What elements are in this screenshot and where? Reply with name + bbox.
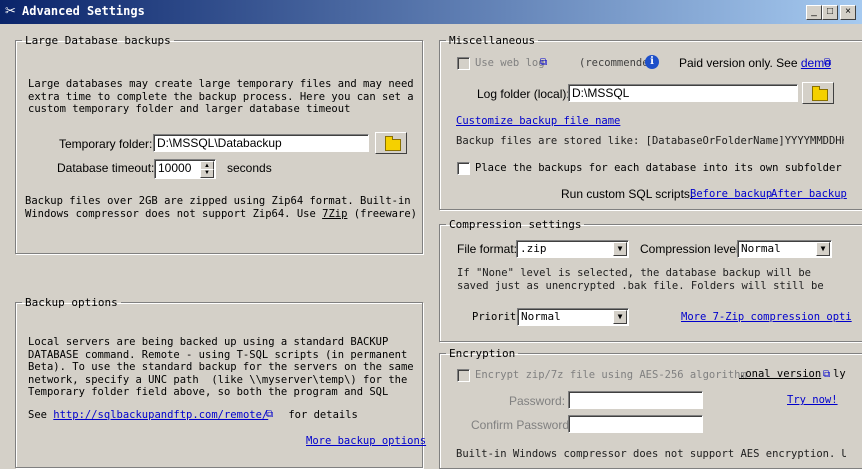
apply-text: ly: [833, 368, 846, 380]
paid-text: Paid version only. See: [679, 56, 801, 70]
see-suffix: for details: [282, 409, 358, 421]
professional-version-link[interactable]: .onal version: [739, 368, 821, 380]
use-web-log-checkbox[interactable]: [457, 57, 470, 70]
log-folder-browse-button[interactable]: [802, 82, 834, 104]
large-db-legend: Large Database backups: [25, 34, 171, 47]
recommended-label: (recommende: [579, 57, 649, 69]
timeout-unit: seconds: [227, 161, 272, 175]
zip64-suffix: (freeware): [347, 207, 417, 220]
remote-info-line: See http://sqlbackupandftp.com/remote/: [28, 409, 268, 422]
folder-icon: [812, 86, 828, 101]
external-link-icon: ⧉: [266, 409, 274, 420]
window-title: Advanced Settings: [22, 4, 145, 18]
title-bar: ✂ Advanced Settings _ □ ×: [0, 0, 862, 24]
file-format-select[interactable]: .zip ▼: [516, 240, 629, 258]
compression-level-label: Compression level:: [640, 242, 743, 256]
backup-options-description: Local servers are being backed up using …: [28, 336, 414, 398]
remote-url-link[interactable]: http://sqlbackupandftp.com/remote/: [53, 409, 268, 421]
subfolder-label: Place the backups for each database into…: [475, 162, 842, 174]
chevron-down-icon: ▼: [613, 310, 627, 324]
stored-like-text: Backup files are stored like: [DatabaseO…: [456, 135, 844, 147]
aes-note: Built-in Windows compressor does not sup…: [456, 448, 846, 460]
confirm-password-field[interactable]: [568, 415, 703, 433]
close-button[interactable]: ×: [840, 5, 856, 20]
before-backup-link[interactable]: Before backup: [690, 188, 772, 200]
external-link-icon: ⧉: [824, 57, 832, 68]
external-link-icon: ⧉: [823, 369, 831, 380]
file-format-label: File format:: [457, 242, 518, 256]
paid-version-text: Paid version only. See demo: [679, 56, 831, 70]
log-folder-label: Log folder (local):: [477, 87, 570, 101]
log-folder-input[interactable]: D:\MSSQL: [568, 84, 798, 102]
subfolder-checkbox[interactable]: [457, 162, 470, 175]
after-backup-link[interactable]: After backup: [771, 188, 847, 200]
backup-options-legend: Backup options: [25, 296, 118, 309]
stepper-down-icon[interactable]: ▼: [200, 169, 214, 178]
folder-icon: [385, 136, 401, 151]
try-now-link[interactable]: Try now!: [787, 394, 838, 406]
encrypt-checkbox[interactable]: [457, 369, 470, 382]
temp-folder-browse-button[interactable]: [375, 132, 407, 154]
compression-legend: Compression settings: [449, 218, 582, 231]
priority-label: Priority: [472, 311, 523, 323]
compression-note: If "None" level is selected, the databas…: [457, 267, 824, 292]
zip64-note: Backup files over 2GB are zipped using Z…: [25, 195, 417, 220]
compression-level-select[interactable]: Normal ▼: [737, 240, 832, 258]
more-compression-options-link[interactable]: More 7-Zip compression opti: [681, 311, 852, 323]
7zip-link[interactable]: 7Zip: [322, 208, 347, 220]
use-web-log-label: Use web log: [475, 57, 545, 69]
chevron-down-icon: ▼: [816, 242, 830, 256]
password-label: Password:: [509, 394, 566, 408]
more-backup-options-link[interactable]: More backup options: [306, 435, 426, 448]
timeout-value: 10000: [158, 161, 192, 175]
priority-value: Normal: [521, 310, 561, 323]
timeout-stepper[interactable]: 10000 ▲ ▼: [154, 159, 216, 179]
chevron-down-icon: ▼: [613, 242, 627, 256]
large-db-description: Large databases may create large tempora…: [28, 78, 414, 115]
temp-folder-label: Temporary folder:: [59, 137, 153, 151]
see-prefix: See: [28, 409, 54, 421]
customize-backup-name-link[interactable]: Customize backup file name: [456, 115, 620, 127]
confirm-password-label: Confirm Password:: [471, 418, 573, 432]
password-field[interactable]: [568, 391, 703, 409]
compression-level-value: Normal: [741, 242, 781, 255]
file-format-value: .zip: [520, 242, 547, 255]
encrypt-label: Encrypt zip/7z file using AES-256 algori…: [475, 369, 747, 381]
external-link-icon: ⧉: [540, 57, 548, 68]
maximize-button[interactable]: □: [822, 5, 838, 20]
app-icon: ✂: [5, 3, 16, 18]
minimize-button[interactable]: _: [806, 5, 822, 20]
custom-sql-label: Run custom SQL scripts:: [561, 187, 694, 201]
timeout-label: Database timeout:: [57, 161, 155, 175]
temp-folder-input[interactable]: D:\MSSQL\Databackup: [153, 134, 369, 152]
encryption-legend: Encryption: [449, 347, 516, 360]
priority-select[interactable]: Normal ▼: [517, 308, 629, 326]
info-icon[interactable]: i: [645, 55, 659, 69]
misc-legend: Miscellaneous: [449, 34, 536, 47]
